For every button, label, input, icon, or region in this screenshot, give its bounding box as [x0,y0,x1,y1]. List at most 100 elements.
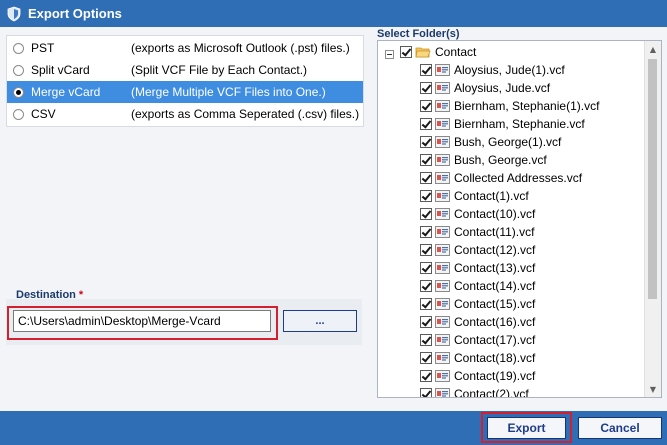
tree-item[interactable]: Contact(13).vcf [420,259,535,277]
tree-item-label: Biernham, Stephanie(1).vcf [454,99,600,113]
browse-button[interactable]: ... [283,310,357,332]
option-description: (exports as Comma Seperated (.csv) files… [131,107,360,121]
vcard-file-icon [435,334,450,346]
checkbox-checked-icon[interactable] [420,136,432,148]
checkbox-checked-icon[interactable] [420,226,432,238]
tree-item-label: Contact(19).vcf [454,369,536,383]
tree-item-label: Contact(14).vcf [454,279,536,293]
vcard-file-icon [435,316,450,328]
radio-pst[interactable] [13,42,24,54]
title-bar: Export Options [0,0,667,27]
tree-item[interactable]: Contact(17).vcf [420,331,535,349]
tree-item[interactable]: Contact(11).vcf [420,223,534,241]
export-format-list: PST (exports as Microsoft Outlook (.pst)… [6,35,364,127]
scroll-thumb[interactable] [648,59,657,299]
tree-item[interactable]: Contact(12).vcf [420,241,535,259]
tree-item[interactable]: Aloysius, Jude(1).vcf [420,61,565,79]
window-title: Export Options [28,6,122,21]
scroll-up-icon[interactable]: ▲ [645,41,661,57]
tree-item[interactable]: Contact(18).vcf [420,349,535,367]
vcard-file-icon [435,190,450,202]
option-description: (Merge Multiple VCF Files into One.) [131,85,326,99]
checkbox-checked-icon[interactable] [420,244,432,256]
tree-item-label: Bush, George.vcf [454,153,547,167]
checkbox-checked-icon[interactable] [420,64,432,76]
checkbox-checked-icon[interactable] [420,100,432,112]
tree-item[interactable]: Bush, George(1).vcf [420,133,561,151]
vcard-file-icon [435,154,450,166]
option-name: CSV [31,107,56,121]
checkbox-checked-icon[interactable] [420,190,432,202]
tree-item[interactable]: Biernham, Stephanie(1).vcf [420,97,599,115]
tree-root-label: Contact [435,45,477,59]
option-description: (Split VCF File by Each Contact.) [131,63,308,77]
checkbox-checked-icon[interactable] [420,316,432,328]
tree-item-label: Aloysius, Jude(1).vcf [454,63,565,77]
radio-merge-vcard[interactable] [13,86,24,98]
vertical-scrollbar[interactable]: ▲ ▼ [644,41,661,397]
checkbox-checked-icon[interactable] [420,154,432,166]
option-description: (exports as Microsoft Outlook (.pst) fil… [131,41,350,55]
tree-item-label: Contact(16).vcf [454,315,536,329]
checkbox-checked-icon[interactable] [420,334,432,346]
tree-root-contact[interactable]: Contact [400,43,476,61]
tree-item-label: Contact(11).vcf [454,225,535,239]
tree-item-label: Aloysius, Jude.vcf [454,81,551,95]
cancel-button[interactable]: Cancel [578,417,662,439]
checkbox-checked-icon[interactable] [420,208,432,220]
checkbox-checked-icon[interactable] [420,352,432,364]
vcard-file-icon [435,226,450,238]
checkbox-checked-icon[interactable] [420,172,432,184]
option-merge-vcard[interactable]: Merge vCard (Merge Multiple VCF Files in… [7,81,363,103]
tree-item-label: Contact(17).vcf [454,333,536,347]
tree-item[interactable]: Contact(2).vcf [420,385,529,398]
tree-item[interactable]: Contact(16).vcf [420,313,535,331]
export-button[interactable]: Export [487,417,566,439]
export-options-dialog: Export Options PST (exports as Microsoft… [0,0,667,445]
tree-item[interactable]: Collected Addresses.vcf [420,169,582,187]
option-name: PST [31,41,55,55]
vcard-file-icon [435,118,450,130]
tree-item-label: Contact(18).vcf [454,351,536,365]
tree-item[interactable]: Contact(1).vcf [420,187,529,205]
checkbox-checked-icon[interactable] [420,118,432,130]
radio-csv[interactable] [13,108,24,120]
tree-item-label: Contact(1).vcf [454,189,529,203]
checkbox-checked-icon[interactable] [420,262,432,274]
option-name: Split vCard [31,63,90,77]
vcard-file-icon [435,280,450,292]
checkbox-checked-icon[interactable] [420,280,432,292]
radio-split-vcard[interactable] [13,64,24,76]
option-split-vcard[interactable]: Split vCard (Split VCF File by Each Cont… [7,59,363,81]
tree-item-label: Contact(15).vcf [454,297,536,311]
vcard-file-icon [435,352,450,364]
tree-item[interactable]: Biernham, Stephanie.vcf [420,115,585,133]
tree-item-label: Biernham, Stephanie.vcf [454,117,585,131]
app-shield-icon [7,6,21,21]
tree-item-label: Contact(13).vcf [454,261,536,275]
select-folders-label: Select Folder(s) [377,28,460,40]
checkbox-checked-icon[interactable] [420,82,432,94]
destination-path-input[interactable]: C:\Users\admin\Desktop\Merge-Vcard [13,310,271,332]
vcard-file-icon [435,82,450,94]
checkbox-checked-icon[interactable] [420,370,432,382]
checkbox-checked-icon[interactable] [420,298,432,310]
option-csv[interactable]: CSV (exports as Comma Seperated (.csv) f… [7,103,363,125]
tree-item[interactable]: Contact(10).vcf [420,205,535,223]
tree-item[interactable]: Aloysius, Jude.vcf [420,79,550,97]
vcard-file-icon [435,64,450,76]
option-pst[interactable]: PST (exports as Microsoft Outlook (.pst)… [7,37,363,59]
tree-item-label: Contact(12).vcf [454,243,536,257]
tree-item[interactable]: Contact(14).vcf [420,277,535,295]
vcard-file-icon [435,388,450,397]
tree-item-label: Contact(2).vcf [454,387,529,398]
vcard-file-icon [435,370,450,382]
tree-item[interactable]: Contact(19).vcf [420,367,535,385]
checkbox-checked-icon[interactable] [400,46,412,58]
checkbox-checked-icon[interactable] [420,388,432,397]
scroll-down-icon[interactable]: ▼ [645,381,661,397]
tree-item[interactable]: Bush, George.vcf [420,151,547,169]
vcard-file-icon [435,262,450,274]
collapse-toggle-icon[interactable] [385,50,394,59]
tree-item[interactable]: Contact(15).vcf [420,295,535,313]
